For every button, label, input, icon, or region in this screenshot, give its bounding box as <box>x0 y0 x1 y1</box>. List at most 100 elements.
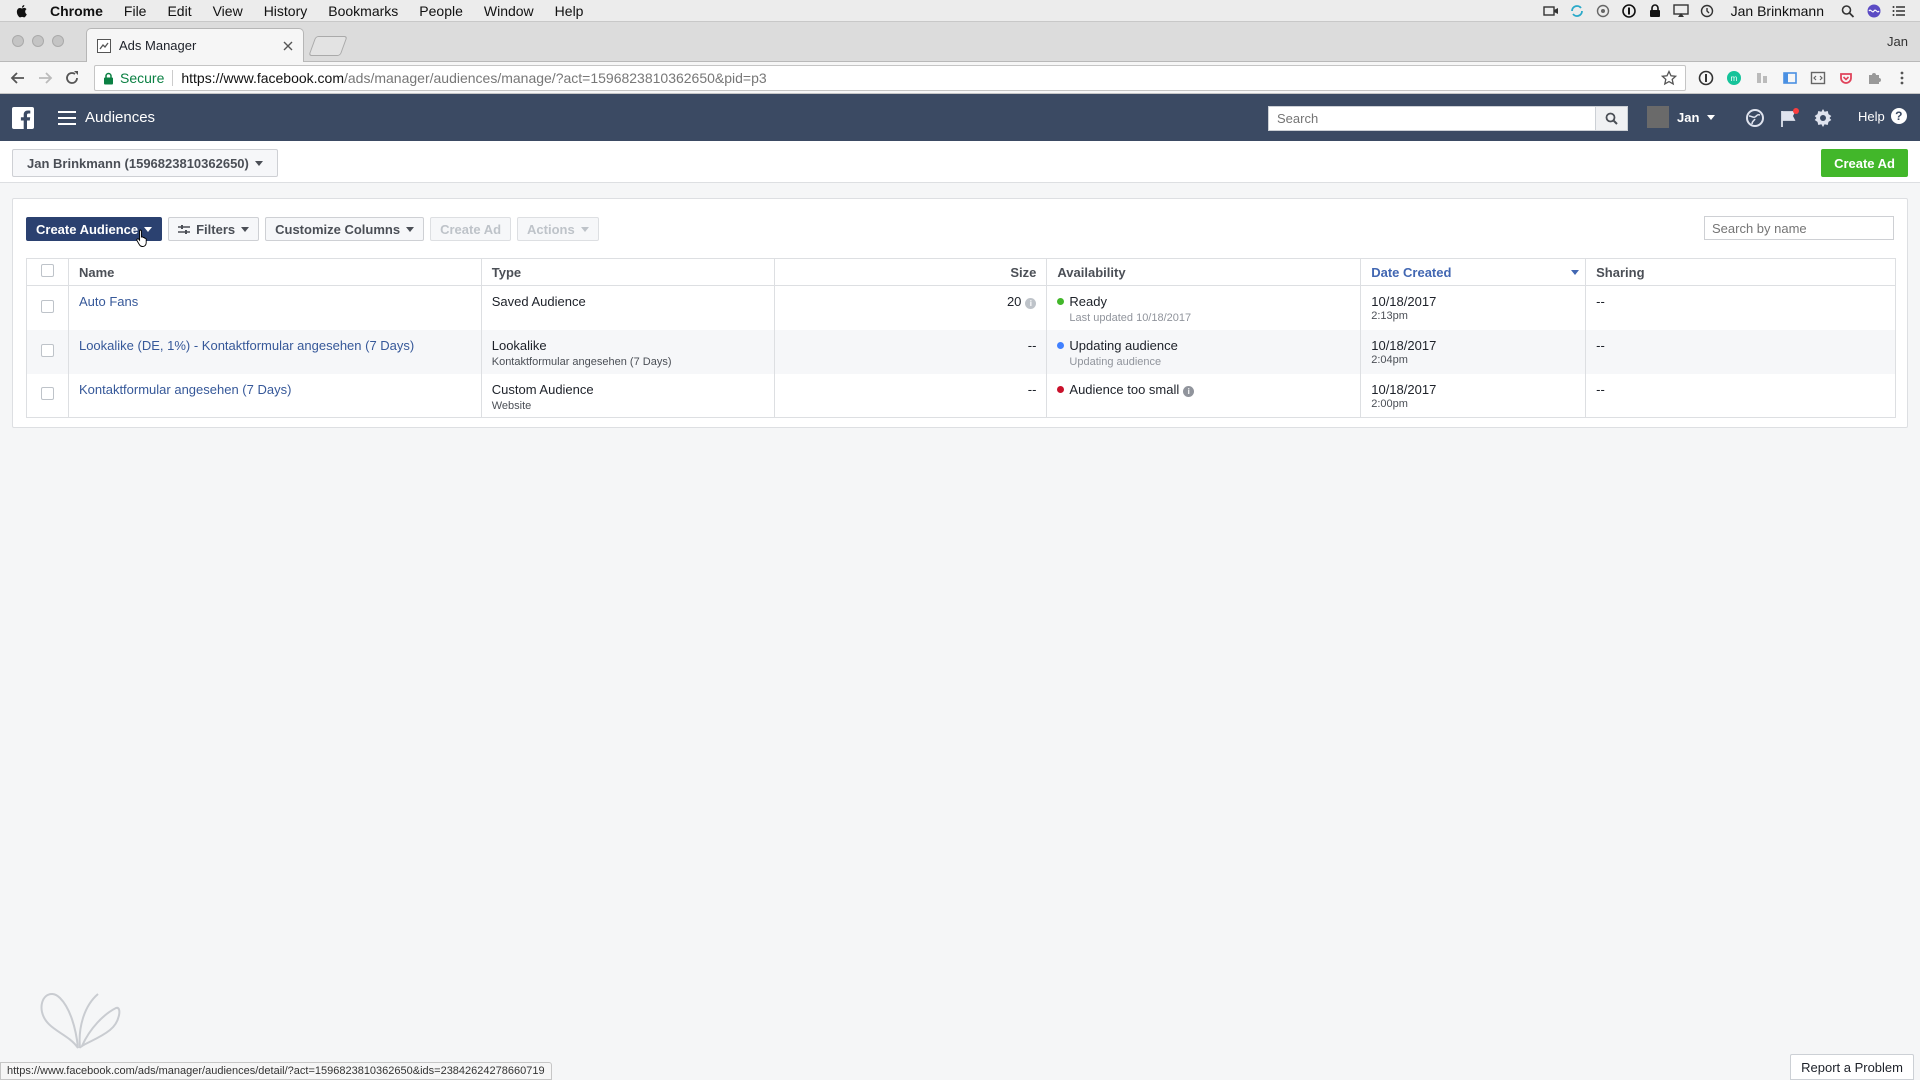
tab-close-icon[interactable] <box>283 41 293 51</box>
flag-notifications-icon[interactable] <box>1778 107 1800 129</box>
globe-notifications-icon[interactable] <box>1744 107 1766 129</box>
apple-icon[interactable] <box>14 3 30 19</box>
column-header-size[interactable]: Size <box>774 258 1048 286</box>
info-icon[interactable]: i <box>1025 298 1037 309</box>
window-minimize-button[interactable] <box>32 35 44 47</box>
lock-icon[interactable] <box>1647 3 1663 18</box>
time-machine-icon[interactable] <box>1699 4 1715 18</box>
audiences-panel: Create Audience Filters Customize Column… <box>12 198 1908 428</box>
availability-detail: Updating audience <box>1069 355 1162 368</box>
create-audience-label: Create Audience <box>36 221 139 237</box>
row-checkbox[interactable] <box>40 343 54 357</box>
audiences-table: Name Type Size Availability Date Created… <box>26 258 1896 418</box>
spotlight-icon[interactable] <box>1840 4 1856 18</box>
facebook-search-input[interactable] <box>1269 107 1595 130</box>
cloud-icon[interactable] <box>1595 4 1611 18</box>
create-ad-disabled-button[interactable]: Create Ad <box>430 217 512 241</box>
menu-history[interactable]: History <box>264 3 308 19</box>
menu-help[interactable]: Help <box>555 3 584 19</box>
window-close-button[interactable] <box>12 35 24 47</box>
menu-file[interactable]: File <box>124 3 147 19</box>
column-header-name[interactable]: Name <box>68 258 482 286</box>
availability-status: Ready <box>1069 294 1107 309</box>
chrome-profile-name[interactable]: Jan <box>1887 34 1908 49</box>
report-a-problem-button[interactable]: Report a Problem <box>1790 1054 1914 1080</box>
notification-center-icon[interactable] <box>1892 5 1906 17</box>
user-menu[interactable]: Jan <box>1647 106 1716 128</box>
menu-window[interactable]: Window <box>484 3 534 19</box>
column-header-sharing[interactable]: Sharing <box>1585 258 1896 286</box>
password-icon[interactable] <box>1621 3 1637 18</box>
filters-label: Filters <box>196 221 236 237</box>
help-question-icon: ? <box>1890 108 1907 124</box>
search-by-name-input[interactable] <box>1705 217 1895 239</box>
menubar-user-name[interactable]: Jan Brinkmann <box>1731 3 1824 19</box>
window-extension-icon[interactable] <box>1782 70 1798 86</box>
code-extension-icon[interactable] <box>1810 70 1826 86</box>
info-icon[interactable]: i <box>1183 385 1195 397</box>
grid-extension-icon[interactable] <box>1754 70 1770 86</box>
svg-text:m: m <box>1731 74 1738 83</box>
facebook-logo-icon[interactable] <box>12 106 34 129</box>
audience-toolbar: Create Audience Filters Customize Column… <box>26 217 599 241</box>
audience-type: Lookalike <box>491 337 547 353</box>
actions-label: Actions <box>527 221 575 237</box>
onepassword-extension-icon[interactable] <box>1698 70 1714 86</box>
header-icons <box>1744 107 1834 129</box>
airplay-icon[interactable] <box>1672 3 1689 18</box>
sync-icon[interactable] <box>1569 4 1585 18</box>
siri-icon[interactable] <box>1866 4 1882 18</box>
menubar-tray: Jan Brinkmann <box>1542 3 1906 19</box>
avatar <box>1647 106 1669 128</box>
status-error-dot-icon <box>1057 385 1065 393</box>
audience-name-link[interactable]: Kontaktformular angesehen (7 Days) <box>79 382 291 397</box>
menu-view[interactable]: View <box>213 3 243 19</box>
puzzle-extension-icon[interactable] <box>1866 70 1882 86</box>
menu-bookmarks[interactable]: Bookmarks <box>328 3 398 19</box>
sharing-cell: -- <box>1596 294 1605 309</box>
actions-dropdown-button[interactable]: Actions <box>517 217 599 241</box>
row-checkbox[interactable] <box>40 299 54 313</box>
facebook-search-button[interactable] <box>1595 107 1627 130</box>
grammarly-extension-icon[interactable]: m <box>1726 70 1742 86</box>
menu-edit[interactable]: Edit <box>167 3 191 19</box>
select-all-cell <box>26 258 69 286</box>
ad-account-selector[interactable]: Jan Brinkmann (1596823810362650) <box>12 149 278 177</box>
select-all-checkbox[interactable] <box>40 264 54 277</box>
row-select-cell <box>26 329 69 374</box>
create-ad-button[interactable]: Create Ad <box>1821 149 1908 177</box>
column-header-date-created[interactable]: Date Created <box>1360 258 1587 286</box>
date-created: 10/18/2017 <box>1371 337 1437 353</box>
secure-label: Secure <box>120 70 165 86</box>
settings-gear-icon[interactable] <box>1812 107 1834 129</box>
pocket-extension-icon[interactable] <box>1838 70 1854 86</box>
audience-name-link[interactable]: Auto Fans <box>79 294 138 309</box>
filters-button[interactable]: Filters <box>168 217 260 241</box>
audience-type: Saved Audience <box>491 294 586 309</box>
browser-toolbar: Secure https://www.facebook.com/ads/mana… <box>0 62 1920 94</box>
bookmark-star-icon[interactable] <box>1661 70 1677 86</box>
window-zoom-button[interactable] <box>52 35 64 47</box>
column-header-type[interactable]: Type <box>481 258 775 286</box>
customize-columns-label: Customize Columns <box>275 221 401 237</box>
row-checkbox[interactable] <box>40 387 54 401</box>
audience-name-link[interactable]: Lookalike (DE, 1%) - Kontaktformular ang… <box>79 338 414 353</box>
hamburger-menu-icon[interactable] <box>58 110 76 125</box>
chrome-menu-icon[interactable] <box>1894 70 1910 86</box>
menu-people[interactable]: People <box>419 3 463 19</box>
availability-cell: Ready Last updated 10/18/2017 <box>1046 285 1362 330</box>
new-tab-button[interactable] <box>308 36 348 56</box>
customize-columns-button[interactable]: Customize Columns <box>265 217 425 241</box>
browser-tab-ads-manager[interactable]: Ads Manager <box>86 28 304 62</box>
help-button[interactable]: Help ? <box>1858 108 1907 124</box>
camera-icon[interactable] <box>1542 4 1559 18</box>
column-header-availability[interactable]: Availability <box>1046 258 1362 286</box>
audience-type: Custom Audience <box>491 381 594 397</box>
forward-arrow-icon[interactable] <box>36 69 54 87</box>
reload-icon[interactable] <box>63 69 81 87</box>
menu-app-name[interactable]: Chrome <box>50 3 103 19</box>
audience-name-cell: Kontaktformular angesehen (7 Days) <box>68 373 482 418</box>
time-created: 2:04pm <box>1371 353 1408 366</box>
address-bar[interactable]: Secure https://www.facebook.com/ads/mana… <box>94 65 1686 91</box>
back-arrow-icon[interactable] <box>9 69 27 87</box>
